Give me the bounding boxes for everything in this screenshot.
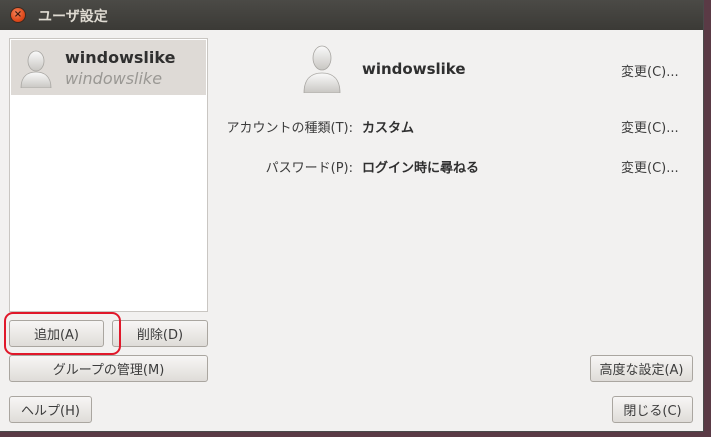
change-password-button[interactable]: 変更(C)...: [621, 157, 679, 176]
account-type-value: カスタム: [362, 121, 415, 136]
user-name: windowslike: [362, 60, 466, 78]
account-type-label: アカウントの種類(T):: [226, 121, 353, 136]
user-avatar-icon: [303, 45, 341, 93]
password-value: ログイン時に尋ねる: [362, 161, 480, 176]
close-button[interactable]: 閉じる(C): [612, 396, 693, 423]
list-item-subtitle: windowslike: [65, 69, 163, 88]
list-item[interactable]: windowslike windowslike: [11, 40, 206, 95]
user-settings-window: × ユーザ設定 windowslike windowslike 追加(A) 削除…: [0, 0, 704, 432]
password-label: パスワード(P):: [265, 161, 353, 176]
advanced-settings-button[interactable]: 高度な設定(A): [590, 355, 693, 382]
close-window-icon[interactable]: ×: [10, 7, 26, 23]
window-title: ユーザ設定: [38, 9, 108, 25]
user-list[interactable]: windowslike windowslike: [9, 38, 208, 312]
delete-user-button[interactable]: 削除(D): [112, 320, 208, 347]
change-name-button[interactable]: 変更(C)...: [621, 61, 679, 80]
manage-groups-button[interactable]: グループの管理(M): [9, 355, 208, 382]
help-button[interactable]: ヘルプ(H): [9, 396, 92, 423]
title-bar[interactable]: × ユーザ設定: [0, 0, 703, 30]
change-account-type-button[interactable]: 変更(C)...: [621, 117, 679, 136]
user-avatar-icon: [20, 50, 52, 88]
add-button-highlight: [4, 312, 121, 355]
list-item-name: windowslike: [65, 48, 176, 67]
